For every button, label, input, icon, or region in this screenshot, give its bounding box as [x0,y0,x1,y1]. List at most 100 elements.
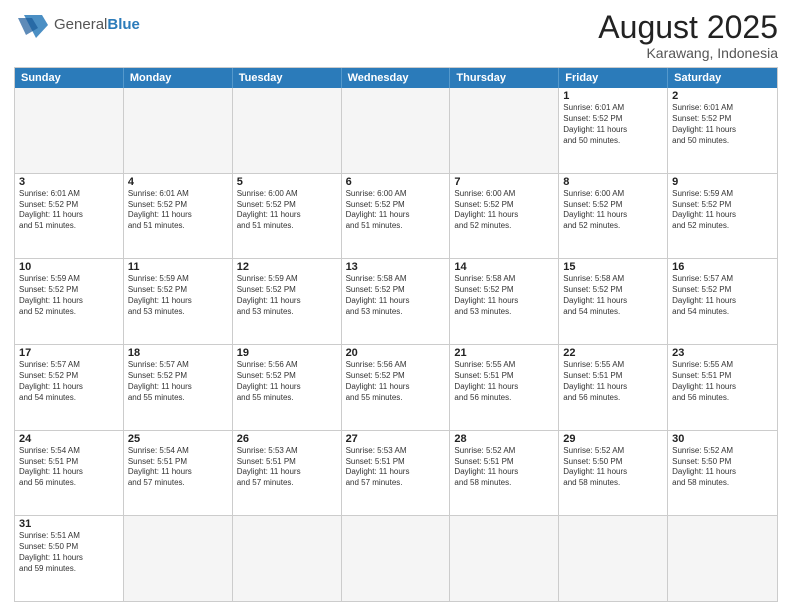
day-cell-21: 21Sunrise: 5:55 AM Sunset: 5:51 PM Dayli… [450,345,559,430]
day-number: 9 [672,176,773,188]
day-info: Sunrise: 5:51 AM Sunset: 5:50 PM Dayligh… [19,531,119,574]
day-number: 15 [563,261,663,273]
day-info: Sunrise: 5:52 AM Sunset: 5:51 PM Dayligh… [454,446,554,489]
day-number: 1 [563,90,663,102]
day-info: Sunrise: 5:56 AM Sunset: 5:52 PM Dayligh… [346,360,446,403]
weekday-header-wednesday: Wednesday [342,68,451,88]
day-info: Sunrise: 6:00 AM Sunset: 5:52 PM Dayligh… [454,189,554,232]
header: GeneralBlue August 2025 Karawang, Indone… [14,10,778,61]
day-cell-9: 9Sunrise: 5:59 AM Sunset: 5:52 PM Daylig… [668,174,777,259]
calendar-row-5: 31Sunrise: 5:51 AM Sunset: 5:50 PM Dayli… [15,516,777,601]
day-info: Sunrise: 5:53 AM Sunset: 5:51 PM Dayligh… [346,446,446,489]
day-cell-16: 16Sunrise: 5:57 AM Sunset: 5:52 PM Dayli… [668,259,777,344]
day-info: Sunrise: 5:58 AM Sunset: 5:52 PM Dayligh… [346,274,446,317]
calendar-row-3: 17Sunrise: 5:57 AM Sunset: 5:52 PM Dayli… [15,345,777,431]
day-info: Sunrise: 5:58 AM Sunset: 5:52 PM Dayligh… [454,274,554,317]
day-info: Sunrise: 5:54 AM Sunset: 5:51 PM Dayligh… [128,446,228,489]
day-number: 21 [454,347,554,359]
day-cell-14: 14Sunrise: 5:58 AM Sunset: 5:52 PM Dayli… [450,259,559,344]
day-number: 4 [128,176,228,188]
day-number: 6 [346,176,446,188]
calendar-row-4: 24 Sunrise: 5:54 AM Sunset: 5:51 PM Dayli… [15,431,777,517]
day-number: 12 [237,261,337,273]
day-cell-1: 1Sunrise: 6:01 AM Sunset: 5:52 PM Daylig… [559,88,668,173]
day-number: 30 [672,433,773,445]
day-cell-19: 19Sunrise: 5:56 AM Sunset: 5:52 PM Dayli… [233,345,342,430]
day-cell-25: 25Sunrise: 5:54 AM Sunset: 5:51 PM Dayli… [124,431,233,516]
day-info: Sunrise: 5:55 AM Sunset: 5:51 PM Dayligh… [672,360,773,403]
day-cell-17: 17Sunrise: 5:57 AM Sunset: 5:52 PM Dayli… [15,345,124,430]
day-number: 8 [563,176,663,188]
day-cell-24: 24Sunrise: 5:54 AM Sunset: 5:51 PM Dayli… [15,431,124,516]
empty-cell [15,88,124,173]
empty-cell [450,516,559,601]
empty-cell [559,516,668,601]
day-info: Sunrise: 6:00 AM Sunset: 5:52 PM Dayligh… [237,189,337,232]
day-cell-11: 11Sunrise: 5:59 AM Sunset: 5:52 PM Dayli… [124,259,233,344]
day-number: 5 [237,176,337,188]
day-info: Sunrise: 6:01 AM Sunset: 5:52 PM Dayligh… [672,103,773,146]
day-number: 26 [237,433,337,445]
day-info: Sunrise: 5:56 AM Sunset: 5:52 PM Dayligh… [237,360,337,403]
weekday-header-sunday: Sunday [15,68,124,88]
day-info: Sunrise: 5:55 AM Sunset: 5:51 PM Dayligh… [454,360,554,403]
weekday-header-tuesday: Tuesday [233,68,342,88]
weekday-header-monday: Monday [124,68,233,88]
day-info: Sunrise: 5:59 AM Sunset: 5:52 PM Dayligh… [237,274,337,317]
day-number: 14 [454,261,554,273]
empty-cell [668,516,777,601]
day-cell-31: 31Sunrise: 5:51 AM Sunset: 5:50 PM Dayli… [15,516,124,601]
day-info: Sunrise: 5:59 AM Sunset: 5:52 PM Dayligh… [672,189,773,232]
empty-cell [342,516,451,601]
empty-cell [342,88,451,173]
day-number: 10 [19,261,119,273]
day-number: 13 [346,261,446,273]
calendar-row-2: 10 Sunrise: 5:59 AM Sunset: 5:52 PM Dayli… [15,259,777,345]
day-cell-18: 18Sunrise: 5:57 AM Sunset: 5:52 PM Dayli… [124,345,233,430]
day-info: Sunrise: 5:52 AM Sunset: 5:50 PM Dayligh… [563,446,663,489]
day-cell-15: 15Sunrise: 5:58 AM Sunset: 5:52 PM Dayli… [559,259,668,344]
calendar-row-1: 3Sunrise: 6:01 AM Sunset: 5:52 PM Daylig… [15,174,777,260]
day-info: Sunrise: 5:58 AM Sunset: 5:52 PM Dayligh… [563,274,663,317]
day-info: Sunrise: 6:01 AM Sunset: 5:52 PM Dayligh… [19,189,119,232]
day-cell-13: 13Sunrise: 5:58 AM Sunset: 5:52 PM Dayli… [342,259,451,344]
calendar-row-0: 1Sunrise: 6:01 AM Sunset: 5:52 PM Daylig… [15,88,777,174]
day-info: Sunrise: 6:01 AM Sunset: 5:52 PM Dayligh… [563,103,663,146]
day-number: 27 [346,433,446,445]
day-info: Sunrise: 5:57 AM Sunset: 5:52 PM Dayligh… [128,360,228,403]
day-number: 25 [128,433,228,445]
day-number: 23 [672,347,773,359]
day-info: Sunrise: 5:53 AM Sunset: 5:51 PM Dayligh… [237,446,337,489]
empty-cell [233,516,342,601]
weekday-header-saturday: Saturday [668,68,777,88]
day-number: 2 [672,90,773,102]
day-number: 11 [128,261,228,273]
day-info: Sunrise: 5:55 AM Sunset: 5:51 PM Dayligh… [563,360,663,403]
day-info: Sunrise: 6:00 AM Sunset: 5:52 PM Dayligh… [346,189,446,232]
day-number: 17 [19,347,119,359]
day-number: 28 [454,433,554,445]
day-number: 24 [19,433,119,445]
day-cell-30: 30Sunrise: 5:52 AM Sunset: 5:50 PM Dayli… [668,431,777,516]
empty-cell [124,88,233,173]
day-number: 20 [346,347,446,359]
day-info: Sunrise: 5:57 AM Sunset: 5:52 PM Dayligh… [19,360,119,403]
logo-icon [14,10,50,40]
day-cell-2: 2Sunrise: 6:01 AM Sunset: 5:52 PM Daylig… [668,88,777,173]
day-number: 31 [19,518,119,530]
day-cell-27: 27Sunrise: 5:53 AM Sunset: 5:51 PM Dayli… [342,431,451,516]
day-number: 16 [672,261,773,273]
day-cell-4: 4Sunrise: 6:01 AM Sunset: 5:52 PM Daylig… [124,174,233,259]
main-title: August 2025 [598,10,778,45]
day-info: Sunrise: 6:00 AM Sunset: 5:52 PM Dayligh… [563,189,663,232]
day-info: Sunrise: 5:52 AM Sunset: 5:50 PM Dayligh… [672,446,773,489]
day-cell-6: 6Sunrise: 6:00 AM Sunset: 5:52 PM Daylig… [342,174,451,259]
subtitle: Karawang, Indonesia [598,45,778,61]
logo-text: GeneralBlue [54,16,140,34]
day-number: 22 [563,347,663,359]
day-number: 7 [454,176,554,188]
day-cell-8: 8Sunrise: 6:00 AM Sunset: 5:52 PM Daylig… [559,174,668,259]
calendar-header: SundayMondayTuesdayWednesdayThursdayFrid… [15,68,777,88]
day-number: 19 [237,347,337,359]
day-cell-7: 7Sunrise: 6:00 AM Sunset: 5:52 PM Daylig… [450,174,559,259]
